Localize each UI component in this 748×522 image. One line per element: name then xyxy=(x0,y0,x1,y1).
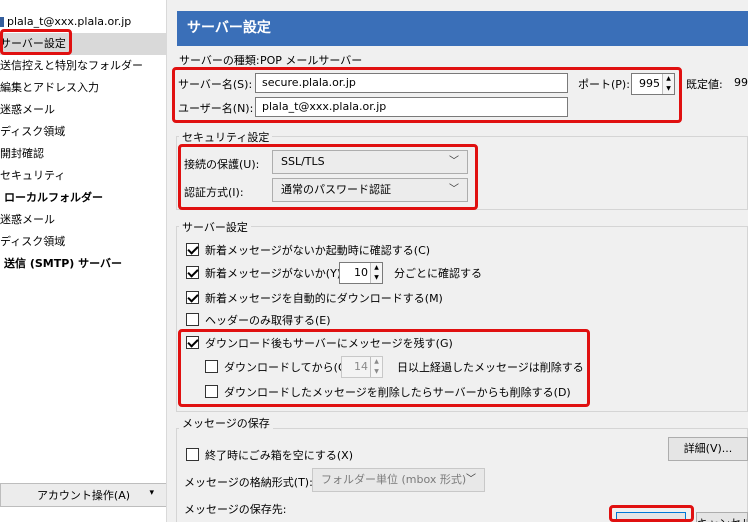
default-port-label: 既定値: xyxy=(686,78,723,91)
check-every-suffix: 分ごとに確認する xyxy=(394,267,482,280)
spin-up-icon[interactable]: ▲ xyxy=(370,263,382,273)
empty-trash-label: 終了時にごみ箱を空にする(X) xyxy=(205,449,354,462)
check-every-checkbox[interactable] xyxy=(186,266,199,279)
highlight-ok-button xyxy=(609,505,694,522)
account-actions-button[interactable]: アカウント操作(A) ▾ xyxy=(0,483,166,507)
highlight-server-settings-item xyxy=(0,29,72,55)
tree-item-local-junk[interactable]: 迷惑メール xyxy=(0,209,166,231)
tree-item-composition[interactable]: 編集とアドレス入力 xyxy=(0,77,166,99)
cancel-button[interactable]: キャンセル xyxy=(696,512,748,522)
chevron-down-icon: ﹀ xyxy=(466,474,476,485)
storage-format-label: メッセージの格納形式(T): xyxy=(184,476,313,489)
highlight-server-fields xyxy=(172,67,682,123)
tree-item-copies-folders[interactable]: 送信控えと特別なフォルダー xyxy=(0,55,166,77)
chevron-down-icon: ▾ xyxy=(149,488,154,498)
spin-down-icon[interactable]: ▼ xyxy=(370,273,382,283)
check-interval-stepper[interactable]: 10 ▲ ▼ xyxy=(339,262,383,284)
check-on-startup-checkbox[interactable] xyxy=(186,243,199,256)
tree-item-junk[interactable]: 迷惑メール xyxy=(0,99,166,121)
server-settings-group-title: サーバー設定 xyxy=(179,219,251,235)
tree-item-security[interactable]: セキュリティ xyxy=(0,165,166,187)
check-every-label: 新着メッセージがないか(Y) xyxy=(205,267,342,280)
storage-format-select[interactable]: フォルダー単位 (mbox 形式) ﹀ xyxy=(312,468,485,492)
security-group-title: セキュリティ設定 xyxy=(179,129,273,145)
tree-smtp-server[interactable]: 送信 (SMTP) サーバー xyxy=(0,253,166,275)
storage-location-label: メッセージの保存先: xyxy=(184,503,287,514)
headers-only-label: ヘッダーのみ取得する(E) xyxy=(205,314,331,327)
default-port-value: 99 xyxy=(734,76,748,89)
account-tree: plala_t@xxx.plala.or.jp サーバー設定 送信控えと特別なフ… xyxy=(0,0,167,522)
details-button[interactable]: 詳細(V)... xyxy=(668,437,748,461)
tree-item-local-disk-space[interactable]: ディスク領域 xyxy=(0,231,166,253)
settings-panel: サーバー設定 サーバーの種類: POP メールサーバー サーバー名(S): se… xyxy=(168,0,748,522)
empty-trash-checkbox[interactable] xyxy=(186,448,199,461)
tree-item-disk-space[interactable]: ディスク領域 xyxy=(0,121,166,143)
headers-only-checkbox[interactable] xyxy=(186,313,199,326)
server-type-value: POP メールサーバー xyxy=(260,54,363,67)
message-storage-group-title: メッセージの保存 xyxy=(179,415,273,431)
auto-download-label: 新着メッセージを自動的にダウンロードする(M) xyxy=(205,292,443,305)
server-type-label: サーバーの種類: xyxy=(179,54,260,67)
auto-download-checkbox[interactable] xyxy=(186,291,199,304)
tree-local-folders[interactable]: ローカルフォルダー xyxy=(0,187,166,209)
check-on-startup-label: 新着メッセージがないか起動時に確認する(C) xyxy=(205,244,431,257)
highlight-leave-on-server xyxy=(178,329,590,407)
highlight-security-fields xyxy=(178,144,478,210)
account-icon xyxy=(0,17,4,27)
page-title: サーバー設定 xyxy=(177,11,748,46)
tree-item-receipts[interactable]: 開封確認 xyxy=(0,143,166,165)
